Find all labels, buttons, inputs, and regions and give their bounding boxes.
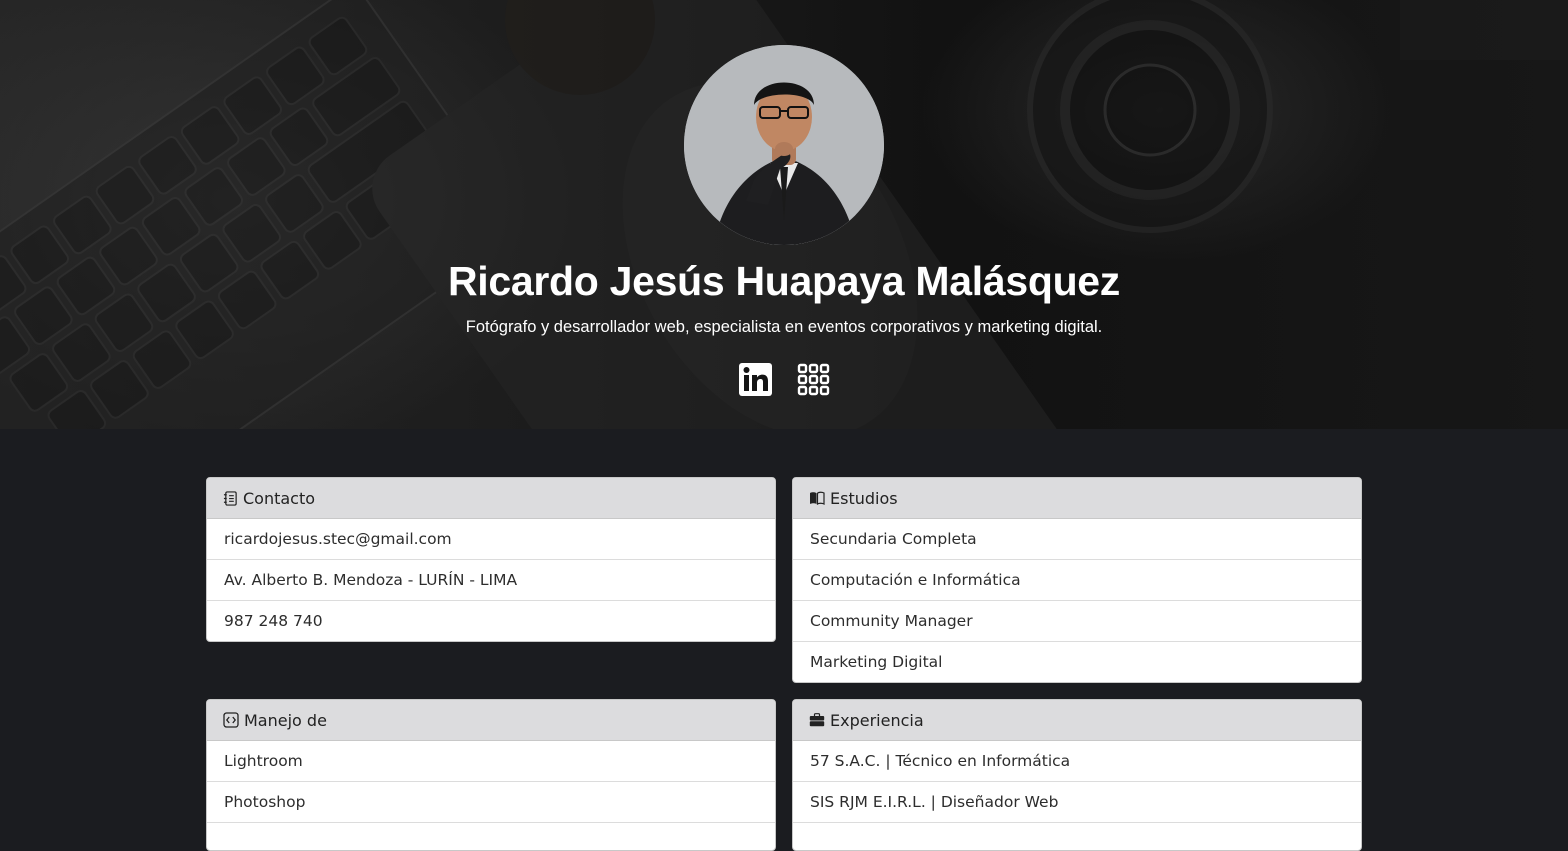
list-item: Marketing Digital <box>810 653 943 671</box>
profile-tagline: Fotógrafo y desarrollador web, especiali… <box>465 318 1103 336</box>
contact-list-icon <box>223 490 237 506</box>
list-item: Photoshop <box>207 782 775 823</box>
list-item: SIS RJM E.I.R.L. | Diseñador Web <box>793 782 1361 823</box>
manejo-card: Manejo de Lightroom Photoshop <box>206 699 776 851</box>
card-header-contacto: Contacto <box>207 478 775 519</box>
list-item: Secundaria Completa <box>793 519 1361 560</box>
list-item: Lightroom <box>207 741 775 782</box>
contact-address: Av. Alberto B. Mendoza - LURÍN - LIMA <box>207 560 775 601</box>
hero-banner: Ricardo Jesús Huapaya Malásquez Fotógraf… <box>0 0 1568 429</box>
briefcase-icon <box>809 713 825 727</box>
code-icon <box>223 712 239 728</box>
card-header-experiencia: Experiencia <box>793 700 1361 741</box>
contacto-card: Contacto ricardojesus.stec@gmail.com Av.… <box>206 477 776 642</box>
apps-grid-icon <box>797 363 830 396</box>
contact-phone[interactable]: 987 248 740 <box>207 601 775 641</box>
profile-avatar <box>684 45 884 245</box>
list-item: Community Manager <box>793 601 1361 642</box>
card-header-manejo: Manejo de <box>207 700 775 741</box>
card-title: Experiencia <box>830 710 924 730</box>
experiencia-card: Experiencia 57 S.A.C. | Técnico en Infor… <box>792 699 1362 851</box>
linkedin-icon <box>739 363 772 396</box>
estudios-card: Estudios Secundaria Completa Computación… <box>792 477 1362 683</box>
apps-link[interactable] <box>797 363 830 396</box>
social-links <box>739 363 830 396</box>
portrait-photo <box>684 45 884 245</box>
card-title: Estudios <box>830 488 898 508</box>
card-title: Contacto <box>243 488 316 508</box>
contact-email[interactable]: ricardojesus.stec@gmail.com <box>207 519 775 560</box>
list-item: 57 S.A.C. | Técnico en Informática <box>793 741 1361 782</box>
profile-name: Ricardo Jesús Huapaya Malásquez <box>447 258 1121 304</box>
card-header-estudios: Estudios <box>793 478 1361 519</box>
card-title: Manejo de <box>244 710 327 730</box>
linkedin-link[interactable] <box>739 363 772 396</box>
list-item: Computación e Informática <box>793 560 1361 601</box>
book-icon <box>810 491 825 505</box>
